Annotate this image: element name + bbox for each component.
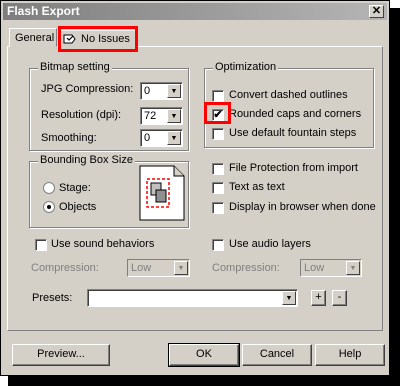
jpg-compression-select[interactable]: 0 ▼ <box>140 82 183 100</box>
bitmap-group-label: Bitmap setting <box>38 61 112 73</box>
audio-compression-select[interactable]: Low ▼ <box>300 259 362 277</box>
resolution-value: 72 <box>144 110 157 122</box>
display-browser-checkbox[interactable] <box>212 202 224 214</box>
close-button[interactable]: ✕ <box>369 5 384 18</box>
smoothing-select[interactable]: 0 ▼ <box>140 129 183 147</box>
tab-general[interactable]: General <box>9 28 57 47</box>
file-protection-checkbox[interactable] <box>212 163 224 175</box>
bounding-box-group-label: Bounding Box Size <box>38 154 135 166</box>
preview-button[interactable]: Preview... <box>12 344 110 366</box>
objects-label: Objects <box>59 201 97 213</box>
radio-dot-icon <box>47 205 51 209</box>
chevron-down-icon[interactable]: ▼ <box>167 131 181 145</box>
sound-compression-label: Compression: <box>31 262 99 274</box>
dashed-outlines-checkbox[interactable] <box>212 90 224 102</box>
presets-label: Presets: <box>32 292 73 304</box>
audio-compression-value: Low <box>304 262 325 274</box>
tab-general-label: General <box>15 32 55 44</box>
resolution-label: Resolution (dpi): <box>41 109 122 121</box>
chevron-down-icon[interactable]: ▼ <box>167 84 181 98</box>
sound-behaviors-label: Use sound behaviors <box>51 238 155 250</box>
optimization-group-label: Optimization <box>213 61 279 73</box>
remove-preset-button[interactable]: - <box>332 290 347 306</box>
add-preset-button[interactable]: + <box>311 290 326 306</box>
sound-compression-select[interactable]: Low ▼ <box>127 259 190 277</box>
smoothing-label: Smoothing: <box>41 132 97 144</box>
bounding-box-preview-icon <box>139 165 185 221</box>
jpg-compression-value: 0 <box>144 85 151 97</box>
chevron-down-icon[interactable]: ▼ <box>167 109 181 123</box>
file-protection-label: File Protection from import <box>229 162 358 174</box>
smoothing-value: 0 <box>144 132 151 144</box>
jpg-compression-label: JPG Compression: <box>41 83 134 95</box>
flash-export-dialog: Flash Export ✕ General No Issues Bitmap … <box>0 0 390 376</box>
title-bar: Flash Export ✕ <box>3 3 387 20</box>
chevron-down-icon[interactable]: ▼ <box>346 261 360 275</box>
display-browser-label: Display in browser when done <box>229 201 376 213</box>
rounded-caps-label: Rounded caps and corners <box>229 108 362 120</box>
fountain-steps-label: Use default fountain steps <box>229 127 357 139</box>
close-icon: ✕ <box>371 5 382 17</box>
resolution-select[interactable]: 72 ▼ <box>140 107 183 125</box>
text-as-text-checkbox[interactable] <box>212 182 224 194</box>
chevron-down-icon[interactable]: ▼ <box>174 261 188 275</box>
minus-icon: - <box>337 291 342 303</box>
audio-compression-label: Compression: <box>212 262 280 274</box>
ok-button[interactable]: OK <box>168 343 240 367</box>
objects-radio[interactable] <box>43 201 55 213</box>
highlight-no-issues <box>58 26 138 52</box>
cancel-button[interactable]: Cancel <box>242 344 312 366</box>
window-title: Flash Export <box>7 4 80 18</box>
chevron-down-icon[interactable]: ▼ <box>282 291 296 305</box>
highlight-rounded-caps <box>204 102 231 124</box>
sound-behaviors-checkbox[interactable] <box>35 239 47 251</box>
sound-compression-value: Low <box>131 262 152 274</box>
presets-select[interactable]: ▼ <box>87 289 298 307</box>
stage-radio[interactable] <box>43 182 55 194</box>
stage-label: Stage: <box>59 182 91 194</box>
dashed-outlines-label: Convert dashed outlines <box>229 89 348 101</box>
audio-layers-label: Use audio layers <box>229 238 311 250</box>
plus-icon: + <box>315 291 322 303</box>
text-as-text-label: Text as text <box>229 181 285 193</box>
help-button[interactable]: Help <box>315 344 385 366</box>
fountain-steps-checkbox[interactable] <box>212 128 224 140</box>
audio-layers-checkbox[interactable] <box>212 239 224 251</box>
